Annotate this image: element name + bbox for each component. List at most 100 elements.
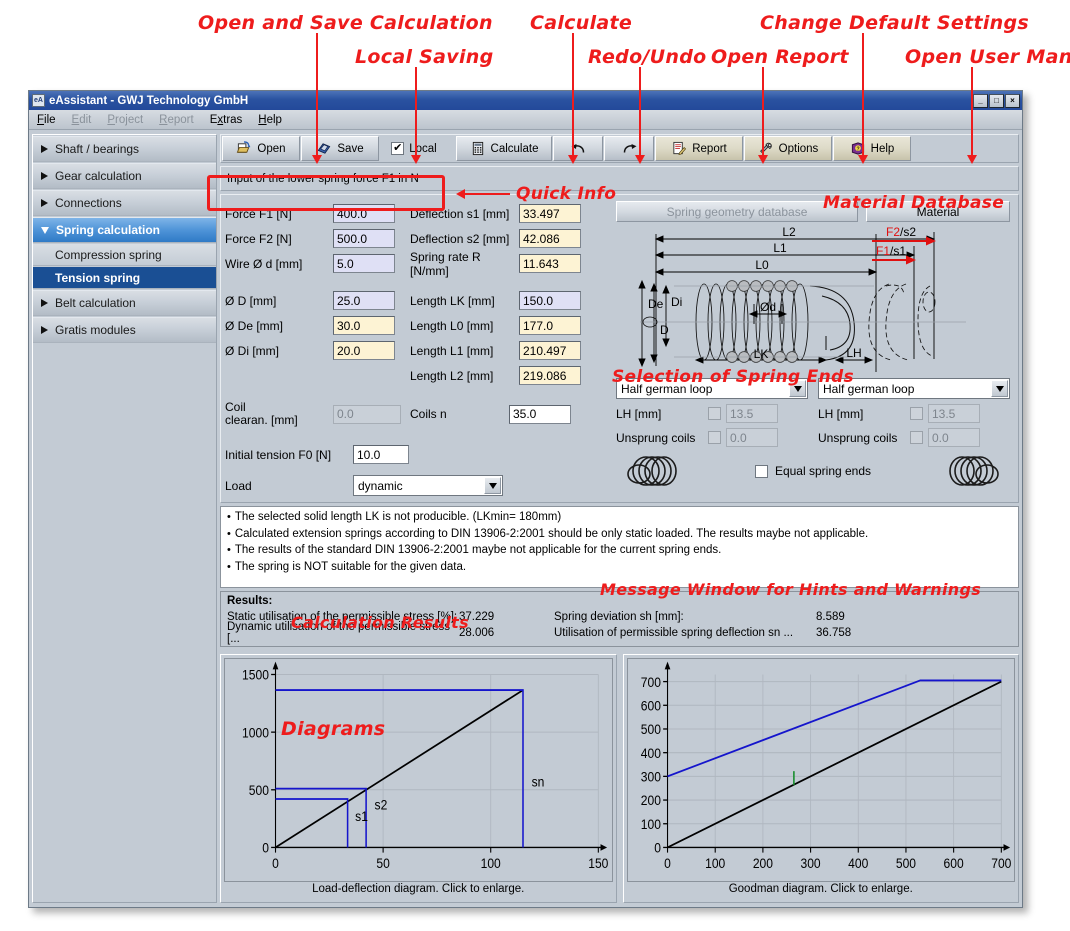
unsprung-right-checkbox[interactable] bbox=[910, 431, 923, 444]
spring-end-preview-row: Equal spring ends bbox=[612, 447, 1014, 489]
menu-help[interactable]: Help bbox=[258, 114, 282, 126]
length-l0-field: 177.0 bbox=[519, 316, 581, 335]
svg-text:300: 300 bbox=[800, 855, 820, 871]
chevron-down-icon[interactable] bbox=[789, 380, 806, 397]
sidebar-item-gratis-modules[interactable]: Gratis modules bbox=[33, 317, 216, 343]
sidebar-item-label: Compression spring bbox=[55, 248, 162, 262]
svg-text:0: 0 bbox=[664, 855, 671, 871]
annotation-arrowhead-options bbox=[858, 155, 868, 164]
length-lk-input[interactable]: 150.0 bbox=[519, 291, 581, 310]
sidebar-item-tension-spring[interactable]: Tension spring bbox=[33, 267, 216, 289]
svg-text:600: 600 bbox=[640, 698, 660, 714]
results-row: Dynamic utilisation of the permissible s… bbox=[227, 625, 1012, 641]
message-row: • The selected solid length LK is not pr… bbox=[227, 511, 1012, 524]
bullet-icon: • bbox=[227, 511, 231, 524]
wire-diameter-input[interactable]: 5.0 bbox=[333, 254, 395, 273]
lh-right-input[interactable]: 13.5 bbox=[928, 404, 980, 423]
load-deflection-chart[interactable]: 050100150050010001500s1s2sn Load-deflect… bbox=[220, 654, 617, 903]
equal-spring-ends-checkbox[interactable] bbox=[755, 465, 768, 478]
bullet-icon: • bbox=[227, 544, 231, 557]
redo-button[interactable] bbox=[604, 136, 654, 161]
help-button[interactable]: ? Help bbox=[833, 136, 911, 161]
annotation-pointer-calculate bbox=[572, 33, 574, 158]
unsprung-right-input[interactable]: 0.0 bbox=[928, 428, 980, 447]
initial-tension-input[interactable]: 10.0 bbox=[353, 445, 409, 464]
lh-left-input[interactable]: 13.5 bbox=[726, 404, 778, 423]
report-button[interactable]: Report bbox=[655, 136, 743, 161]
equal-spring-ends-group[interactable]: Equal spring ends bbox=[680, 464, 946, 478]
menu-extras[interactable]: Extras bbox=[210, 114, 243, 126]
length-l2-field: 219.086 bbox=[519, 366, 581, 385]
svg-text:0: 0 bbox=[272, 855, 279, 871]
options-button-label: Options bbox=[779, 143, 819, 155]
spring-end-right-select[interactable]: Half german loop bbox=[818, 378, 1010, 399]
open-button[interactable]: Open bbox=[222, 136, 300, 161]
calculator-icon bbox=[470, 141, 486, 156]
spring-end-left-value: Half german loop bbox=[621, 382, 712, 396]
spring-technical-drawing: L2 L1 L0 LK LH De Di D Ød bbox=[612, 222, 1014, 374]
calculate-button[interactable]: Calculate bbox=[456, 136, 552, 161]
menu-edit[interactable]: Edit bbox=[72, 114, 92, 126]
svg-text:600: 600 bbox=[943, 855, 963, 871]
svg-text:400: 400 bbox=[640, 745, 660, 761]
menu-file[interactable]: File bbox=[37, 114, 56, 126]
sidebar-item-compression-spring[interactable]: Compression spring bbox=[33, 244, 216, 266]
lh-left-checkbox[interactable] bbox=[708, 407, 721, 420]
minimize-button[interactable]: _ bbox=[973, 94, 988, 108]
label-De: De bbox=[648, 297, 664, 311]
title-bar: eA eAssistant - GWJ Technology GmbH _ □ … bbox=[29, 91, 1022, 110]
load-deflection-svg: 050100150050010001500s1s2sn bbox=[225, 659, 612, 881]
sidebar-item-gear-calculation[interactable]: Gear calculation bbox=[33, 163, 216, 189]
chevron-right-icon bbox=[41, 199, 48, 207]
spring-geometry-database-button[interactable]: Spring geometry database bbox=[616, 201, 858, 222]
tools-gear-icon bbox=[758, 141, 774, 156]
local-label: Local bbox=[409, 143, 437, 155]
save-disk-icon bbox=[316, 141, 332, 156]
chevron-down-icon[interactable] bbox=[484, 477, 501, 494]
diameter-d-input[interactable]: 25.0 bbox=[333, 291, 395, 310]
annotation-pointer-redo bbox=[639, 67, 641, 158]
sidebar-item-shaft-bearings[interactable]: Shaft / bearings bbox=[33, 136, 216, 162]
maximize-button[interactable]: □ bbox=[989, 94, 1004, 108]
deflection-s1-field: 33.497 bbox=[519, 204, 581, 223]
load-deflection-plot[interactable]: 050100150050010001500s1s2sn bbox=[224, 658, 613, 882]
undo-button[interactable] bbox=[553, 136, 603, 161]
annotation-arrowhead-redo bbox=[635, 155, 645, 164]
sidebar-item-label: Belt calculation bbox=[55, 296, 136, 310]
lh-right-checkbox[interactable] bbox=[910, 407, 923, 420]
svg-text:50: 50 bbox=[376, 855, 389, 871]
label-L2: L2 bbox=[782, 225, 796, 239]
unsprung-left-checkbox[interactable] bbox=[708, 431, 721, 444]
spring-end-left-select[interactable]: Half german loop bbox=[616, 378, 808, 399]
goodman-chart[interactable]: 0100200300400500600700010020030040050060… bbox=[623, 654, 1020, 903]
load-select[interactable]: dynamic bbox=[353, 475, 503, 496]
sidebar-item-belt-calculation[interactable]: Belt calculation bbox=[33, 290, 216, 316]
sidebar-item-connections[interactable]: Connections bbox=[33, 190, 216, 216]
coil-clearance-input[interactable]: 0.0 bbox=[333, 405, 401, 424]
goodman-plot[interactable]: 0100200300400500600700010020030040050060… bbox=[627, 658, 1016, 882]
parameter-form: Force F1 [N] 400.0 Deflection s1 [mm] 33… bbox=[225, 199, 608, 498]
window-title: eAssistant - GWJ Technology GmbH bbox=[49, 95, 972, 107]
force-f2-input[interactable]: 500.0 bbox=[333, 229, 395, 248]
sidebar-item-spring-calculation[interactable]: Spring calculation bbox=[33, 217, 216, 243]
spring-diagram-svg: L2 L1 L0 LK LH De Di D Ød bbox=[614, 224, 972, 374]
svg-text:0: 0 bbox=[262, 840, 269, 856]
annotation-open-manual: Open User Manual bbox=[905, 46, 1070, 68]
annotation-arrowhead-help bbox=[967, 155, 977, 164]
unsprung-left-input[interactable]: 0.0 bbox=[726, 428, 778, 447]
input-area: Force F1 [N] 400.0 Deflection s1 [mm] 33… bbox=[220, 194, 1019, 503]
bullet-icon: • bbox=[227, 528, 231, 541]
material-button[interactable]: Material bbox=[866, 201, 1010, 222]
local-checkbox[interactable]: ✔ bbox=[391, 142, 404, 155]
chevron-down-icon[interactable] bbox=[991, 380, 1008, 397]
coils-n-input[interactable]: 35.0 bbox=[509, 405, 571, 424]
bullet-icon: • bbox=[227, 561, 231, 574]
diameter-d-label: Ø D [mm] bbox=[225, 294, 333, 308]
diameter-di-field: 20.0 bbox=[333, 341, 395, 360]
menu-project[interactable]: Project bbox=[107, 114, 143, 126]
menu-report[interactable]: Report bbox=[159, 114, 194, 126]
close-button[interactable]: × bbox=[1005, 94, 1020, 108]
unsprung-right-label: Unsprung coils bbox=[818, 431, 910, 445]
label-LH: LH bbox=[846, 346, 861, 360]
spring-end-right-preview-icon bbox=[946, 453, 1004, 489]
